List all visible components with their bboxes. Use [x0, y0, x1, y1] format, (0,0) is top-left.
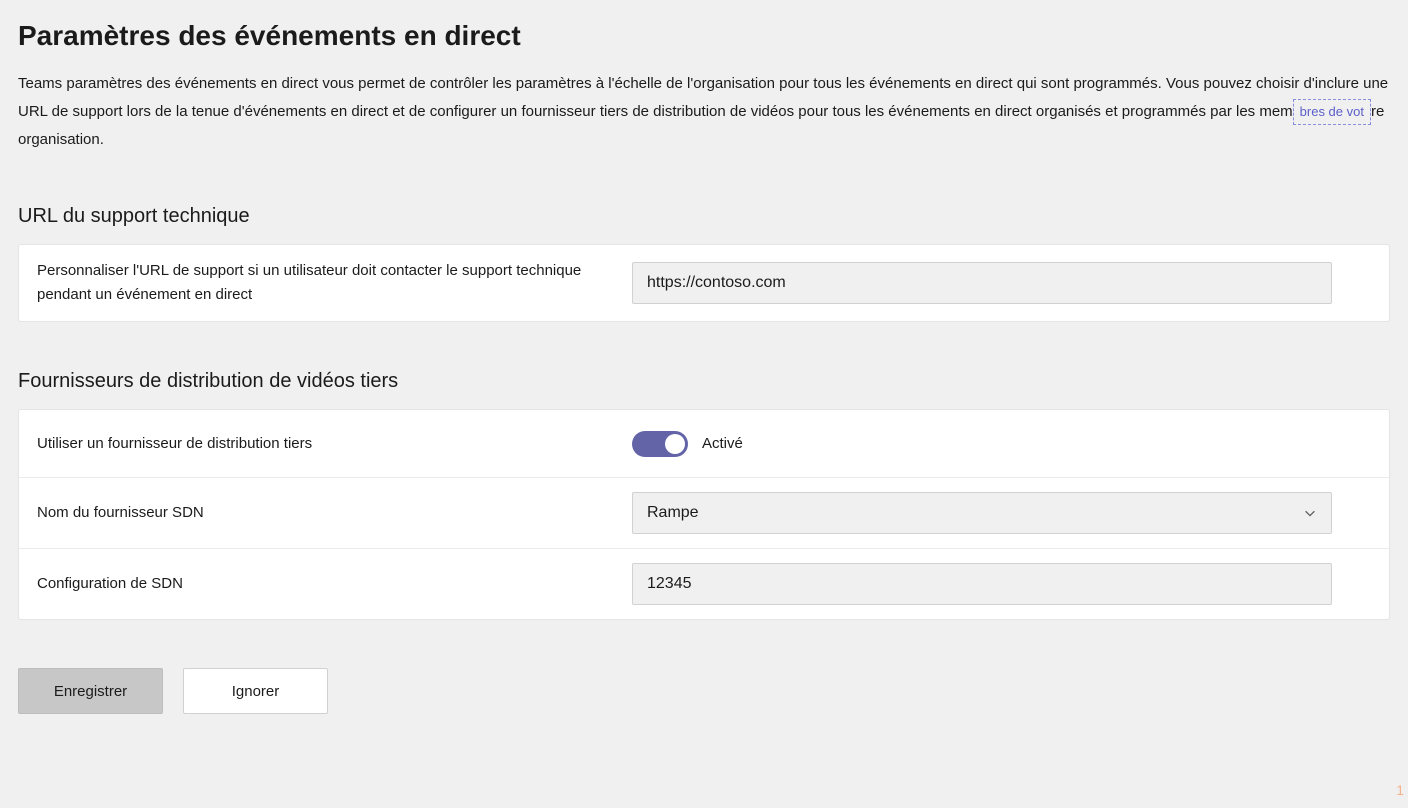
learn-more-link[interactable]: bres de vot: [1293, 99, 1371, 125]
sdn-config-label: Configuration de SDN: [37, 572, 632, 596]
discard-button[interactable]: Ignorer: [183, 668, 328, 714]
page-marker: 1: [1396, 782, 1404, 798]
support-url-panel: Personnaliser l'URL de support si un uti…: [18, 244, 1390, 322]
use-provider-row: Utiliser un fournisseur de distribution …: [19, 410, 1389, 478]
toggle-state-label: Activé: [702, 435, 743, 452]
use-provider-label: Utiliser un fournisseur de distribution …: [37, 432, 632, 456]
button-bar: Enregistrer Ignorer: [18, 668, 1390, 714]
support-url-label: Personnaliser l'URL de support si un uti…: [37, 259, 632, 307]
providers-panel: Utiliser un fournisseur de distribution …: [18, 409, 1390, 620]
sdn-config-row: Configuration de SDN: [19, 549, 1389, 619]
save-button[interactable]: Enregistrer: [18, 668, 163, 714]
page-description: Teams paramètres des événements en direc…: [18, 70, 1390, 153]
page-title: Paramètres des événements en direct: [18, 20, 1390, 52]
support-url-input[interactable]: [632, 262, 1332, 304]
toggle-knob: [665, 434, 685, 454]
chevron-down-icon: [1303, 506, 1317, 520]
sdn-provider-row: Nom du fournisseur SDN Rampe: [19, 478, 1389, 549]
support-url-heading: URL du support technique: [18, 205, 1390, 228]
sdn-provider-selected: Rampe: [647, 504, 699, 522]
sdn-config-input[interactable]: [632, 563, 1332, 605]
sdn-provider-label: Nom du fournisseur SDN: [37, 501, 632, 525]
sdn-provider-select[interactable]: Rampe: [632, 492, 1332, 534]
support-url-row: Personnaliser l'URL de support si un uti…: [19, 245, 1389, 321]
use-provider-toggle[interactable]: [632, 431, 688, 457]
providers-heading: Fournisseurs de distribution de vidéos t…: [18, 370, 1390, 393]
